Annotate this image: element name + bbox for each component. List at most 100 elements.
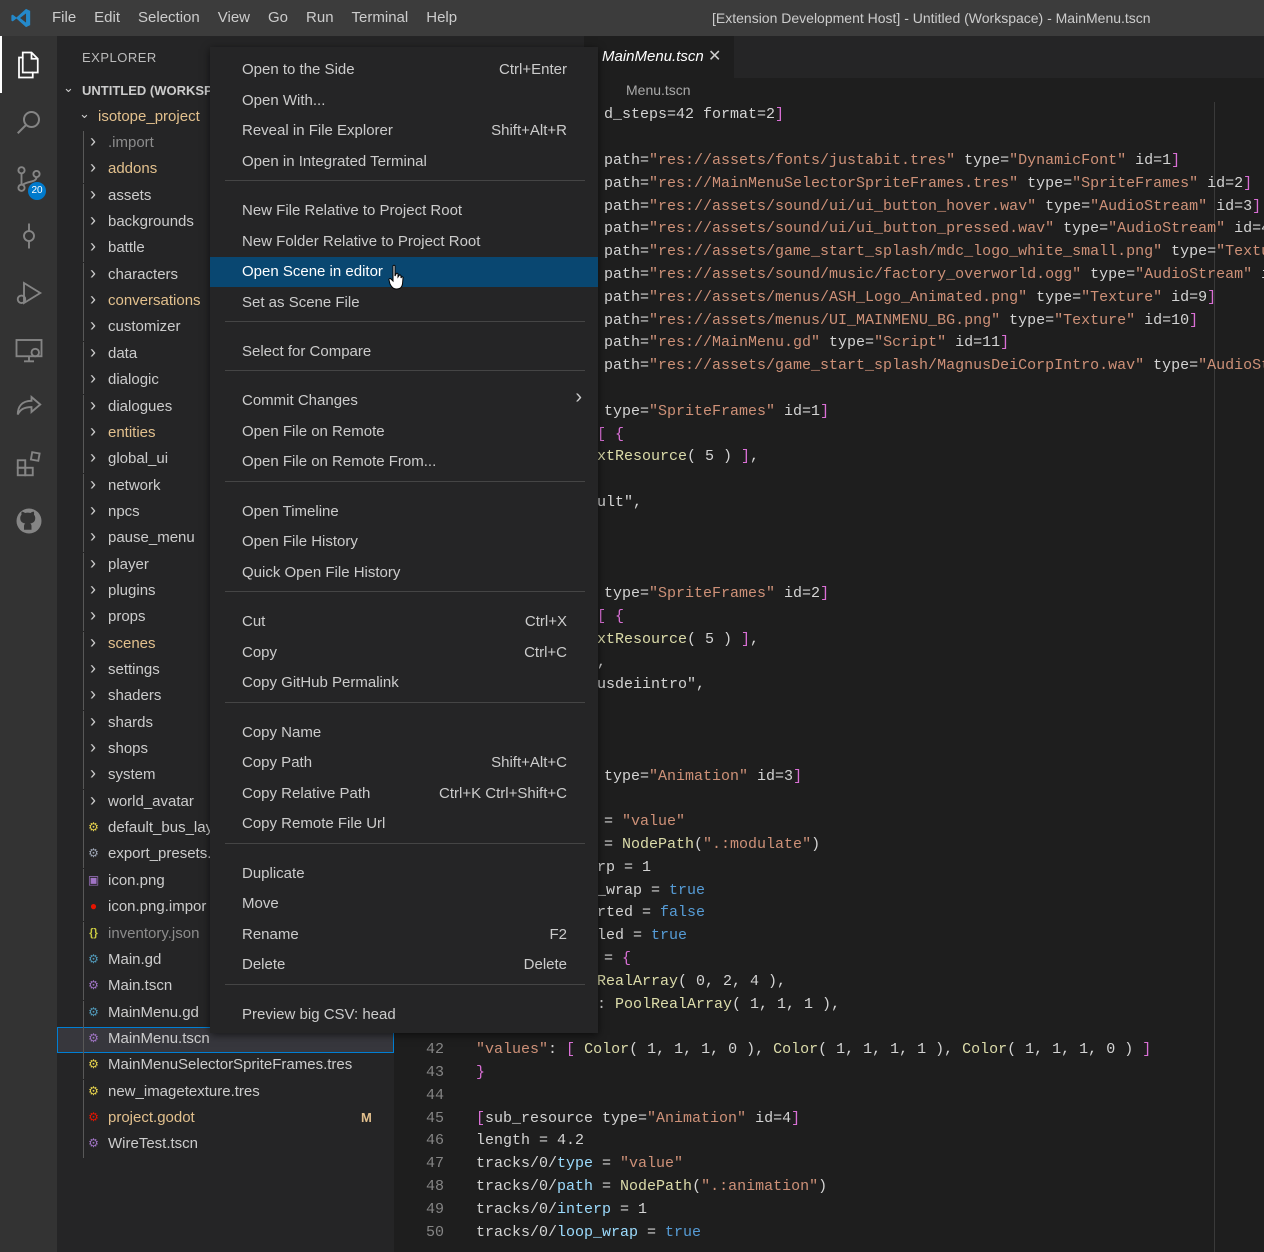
tree-item-label: conversations — [108, 292, 201, 310]
menu-item-select-for-compare[interactable]: Select for Compare — [210, 337, 598, 367]
menu-item-open-timeline[interactable]: Open Timeline — [210, 497, 598, 527]
menu-edit[interactable]: Edit — [85, 0, 129, 36]
tree-file[interactable]: ⚙ MainMenuSelectorSpriteFrames.tres — [57, 1053, 394, 1080]
menu-item-copy[interactable]: Copy Ctrl+C — [210, 638, 598, 668]
godot-scene-icon: ⚙ — [88, 1136, 99, 1151]
indent-guide — [83, 526, 84, 553]
indent-guide — [83, 1000, 84, 1027]
project-label: isotope_project — [98, 108, 200, 125]
context-menu: Open to the Side Ctrl+Enter Open With... Re… — [210, 47, 598, 1033]
tree-file[interactable]: ⚙ project.godot M — [57, 1105, 394, 1132]
menu-item-preview-big-csv-head[interactable]: Preview big CSV: head — [210, 1000, 598, 1030]
source-control-icon[interactable]: 20 — [0, 150, 57, 207]
menu-item-open-to-the-side[interactable]: Open to the Side Ctrl+Enter — [210, 55, 598, 85]
menu-item-label: Select for Compare — [242, 343, 372, 360]
menu-item-open-in-integrated-terminal[interactable]: Open in Integrated Terminal — [210, 147, 598, 177]
menu-item-new-file-relative-to-project-root[interactable]: New File Relative to Project Root — [210, 196, 598, 226]
code-line: tracks/0/type = "value" — [476, 1155, 684, 1172]
timeline-icon[interactable] — [0, 207, 57, 264]
chevron-right-icon: › — [90, 394, 96, 415]
tree-file[interactable]: ⚙ WireTest.tscn — [57, 1132, 394, 1159]
menu-item-duplicate[interactable]: Duplicate — [210, 859, 598, 889]
tree-file[interactable]: ⚙ new_imagetexture.tres — [57, 1079, 394, 1106]
menu-item-commit-changes[interactable]: Commit Changes › — [210, 386, 598, 416]
code-line: path="res://assets/sound/music/factory_o… — [604, 266, 1264, 283]
code-line: path="res://assets/game_start_splash/Mag… — [604, 357, 1264, 374]
menu-item-shortcut: Delete — [523, 956, 567, 973]
indent-guide — [83, 315, 84, 342]
indent-guide — [83, 842, 84, 869]
explorer-icon[interactable] — [0, 36, 57, 93]
live-share-icon[interactable] — [0, 378, 57, 435]
gdscript-icon: ⚙ — [88, 951, 99, 966]
menu-item-copy-remote-file-url[interactable]: Copy Remote File Url — [210, 809, 598, 839]
menu-item-rename[interactable]: Rename F2 — [210, 920, 598, 950]
menu-terminal[interactable]: Terminal — [343, 0, 418, 36]
menu-item-new-folder-relative-to-project-root[interactable]: New Folder Relative to Project Root — [210, 227, 598, 257]
menu-help[interactable]: Help — [417, 0, 466, 36]
menu-item-label: Copy Name — [242, 723, 322, 741]
menu-item-open-file-history[interactable]: Open File History — [210, 527, 598, 557]
chevron-right-icon: › — [90, 763, 96, 784]
menu-item-open-with[interactable]: Open With... — [210, 86, 598, 116]
breadcrumb[interactable]: Menu.tscn — [626, 82, 691, 98]
remote-explorer-icon[interactable] — [0, 321, 57, 378]
hand-cursor-icon — [388, 264, 404, 290]
close-icon[interactable]: ✕ — [708, 46, 721, 66]
run-debug-icon[interactable] — [0, 264, 57, 321]
code-line: [ { — [597, 426, 625, 443]
menu-item-open-scene-in-editor[interactable]: Open Scene in editor — [210, 257, 598, 287]
tree-item-label: icon.png.impor — [108, 898, 207, 916]
menu-item-shortcut: Ctrl+K Ctrl+Shift+C — [439, 784, 567, 802]
menu-file[interactable]: File — [43, 0, 85, 36]
sidebar-title: EXPLORER — [82, 50, 157, 65]
chevron-right-icon: › — [90, 341, 96, 362]
indent-guide — [83, 947, 84, 974]
search-icon[interactable] — [0, 93, 57, 150]
indent-guide — [83, 1026, 84, 1053]
indent-guide — [83, 868, 84, 895]
code-line: d_steps=42 format=2] — [604, 106, 785, 123]
gdscript-icon: ⚙ — [88, 1004, 99, 1019]
menu-item-set-as-scene-file[interactable]: Set as Scene File — [210, 288, 598, 318]
indent-guide — [83, 499, 84, 526]
tree-item-label: shaders — [108, 687, 162, 705]
chevron-right-icon: › — [90, 157, 96, 178]
gear-icon: ⚙ — [88, 846, 99, 861]
code-line: path="res://assets/menus/ASH_Logo_Animat… — [604, 289, 1217, 306]
menu-item-reveal-in-file-explorer[interactable]: Reveal in File Explorer Shift+Alt+R — [210, 116, 598, 146]
json-icon: {} — [89, 926, 98, 939]
menu-item-shortcut: F2 — [549, 925, 567, 943]
code-line: xtResource( 5 ) ], — [597, 631, 760, 648]
menu-item-open-file-on-remote[interactable]: Open File on Remote — [210, 417, 598, 447]
indent-guide — [83, 394, 84, 421]
menu-item-copy-path[interactable]: Copy Path Shift+Alt+C — [210, 748, 598, 778]
menu-item-open-file-on-remote-from[interactable]: Open File on Remote From... — [210, 447, 598, 477]
github-icon[interactable] — [0, 492, 57, 549]
menu-item-copy-github-permalink[interactable]: Copy GitHub Permalink — [210, 668, 598, 698]
chevron-right-icon: › — [90, 289, 96, 310]
menu-item-copy-name[interactable]: Copy Name — [210, 718, 598, 748]
menu-item-cut[interactable]: Cut Ctrl+X — [210, 607, 598, 637]
menu-run[interactable]: Run — [297, 0, 343, 36]
menu-selection[interactable]: Selection — [129, 0, 209, 36]
menu-separator — [225, 321, 585, 322]
indent-guide — [83, 605, 84, 632]
menu-item-delete[interactable]: Delete Delete — [210, 950, 598, 980]
tree-item-label: export_presets. — [108, 845, 212, 863]
code-line: type="Animation" id=3] — [604, 768, 803, 785]
menu-go[interactable]: Go — [259, 0, 297, 36]
chevron-right-icon: › — [90, 131, 96, 151]
indent-guide — [83, 183, 84, 210]
indent-guide — [83, 210, 84, 237]
extensions-icon[interactable] — [0, 435, 57, 492]
menu-item-label: Copy Path — [242, 754, 313, 771]
line-number: 42 — [425, 1041, 444, 1058]
menu-item-move[interactable]: Move — [210, 889, 598, 919]
menu-item-copy-relative-path[interactable]: Copy Relative Path Ctrl+K Ctrl+Shift+C — [210, 779, 598, 809]
tab-mainmenu-tscn[interactable]: MainMenu.tscn ✕ — [584, 36, 734, 78]
code-line: [sub_resource type="Animation" id=4] — [476, 1110, 801, 1127]
menu-item-quick-open-file-history[interactable]: Quick Open File History — [210, 558, 598, 588]
menu-view[interactable]: View — [209, 0, 259, 36]
tree-item-label: inventory.json — [108, 924, 200, 942]
